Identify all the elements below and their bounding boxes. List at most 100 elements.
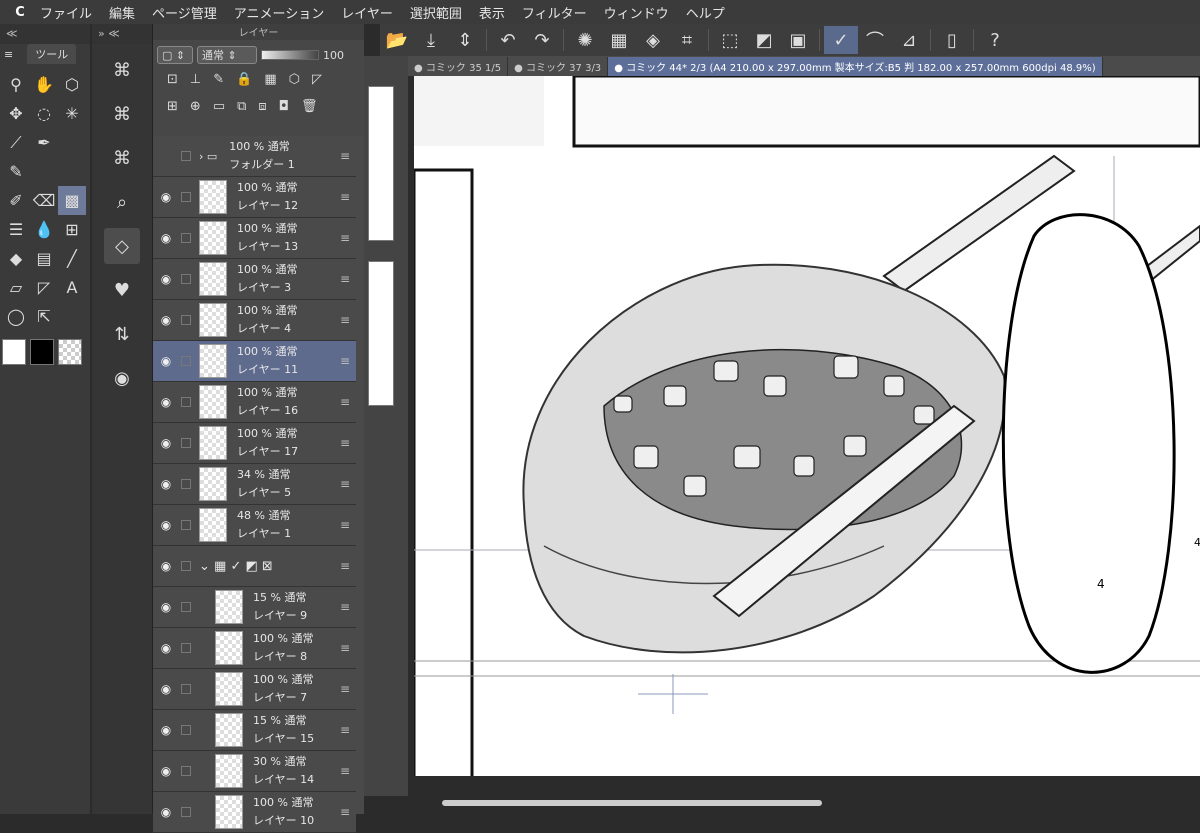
layer-checkbox[interactable] <box>181 233 191 243</box>
eye-icon[interactable]: ◉ <box>153 559 179 573</box>
tool-tab[interactable]: ツール <box>27 44 77 64</box>
eye-icon[interactable]: ◉ <box>153 313 179 327</box>
layer-menu-icon[interactable]: ≡ <box>340 272 350 286</box>
layer-checkbox[interactable] <box>181 479 191 489</box>
deselect-icon[interactable]: ⬚ <box>713 26 747 54</box>
eye-icon[interactable]: ◉ <box>153 723 179 737</box>
balloon-icon[interactable]: ◯ <box>2 302 30 331</box>
menu-selection[interactable]: 選択範囲 <box>410 3 462 22</box>
eraser-icon[interactable]: ⌫ <box>30 186 58 215</box>
eye-icon[interactable]: ◉ <box>153 395 179 409</box>
layer-checkbox[interactable] <box>181 438 191 448</box>
eye-icon[interactable]: ◉ <box>153 272 179 286</box>
eye-icon[interactable]: ◉ <box>153 190 179 204</box>
pen-icon[interactable]: ✒ <box>30 128 58 157</box>
layer-menu-icon[interactable]: ≡ <box>340 764 350 778</box>
menu-animation[interactable]: アニメーション <box>234 3 324 22</box>
layer-color-select[interactable]: ▢ ⇕ <box>157 46 193 64</box>
layer-checkbox[interactable] <box>181 725 191 735</box>
blend-mode-select[interactable]: 通常 ⇕ <box>197 46 257 64</box>
menu-help[interactable]: ヘルプ <box>686 3 725 22</box>
ruler-show-icon[interactable]: ◸ <box>312 72 322 87</box>
copy-layer-icon[interactable]: ⧉ <box>237 99 246 114</box>
eye-icon[interactable]: ◉ <box>153 764 179 778</box>
canvas-tab-active[interactable]: ● コミック 44* 2/3 (A4 210.00 x 297.00mm 製本サ… <box>608 56 1103 76</box>
eye-icon[interactable]: ◉ <box>153 436 179 450</box>
gradient-icon[interactable]: ▤ <box>30 244 58 273</box>
pencil-icon[interactable]: ✎ <box>2 157 30 186</box>
drawing-canvas[interactable]: 4 4 <box>414 76 1200 776</box>
mesh-icon[interactable]: ⊞ <box>58 215 86 244</box>
menu-view[interactable]: 表示 <box>479 3 505 22</box>
layer-checkbox[interactable] <box>181 643 191 653</box>
layer-search-icon[interactable]: ⌕ <box>104 184 140 220</box>
app-logo-icon[interactable]: C <box>0 5 40 20</box>
layer-row[interactable]: ◉ 15 % 通常 レイヤー 15 ≡ <box>153 710 356 751</box>
snap-grid-icon[interactable]: ⊿ <box>892 26 926 54</box>
trash-icon[interactable]: 🗑 <box>301 99 318 114</box>
material-icon[interactable]: ⌘ <box>104 96 140 132</box>
help-icon[interactable]: ? <box>978 26 1012 54</box>
menu-icon[interactable]: ≡ <box>4 48 13 61</box>
layer-row[interactable]: ◉ 100 % 通常 レイヤー 13 ≡ <box>153 218 356 259</box>
canvas-tab[interactable]: ● コミック 35 1/5 <box>408 56 509 76</box>
eye-icon[interactable]: ◉ <box>153 477 179 491</box>
fill-icon[interactable]: ◈ <box>636 26 670 54</box>
layer-menu-icon[interactable]: ≡ <box>340 190 350 204</box>
new-vector-icon[interactable]: ⊕ <box>190 99 201 114</box>
new-raster-icon[interactable]: ⊞ <box>167 99 178 114</box>
loading-icon[interactable]: ✺ <box>568 26 602 54</box>
draft-icon[interactable]: ✎ <box>213 72 224 87</box>
page-thumbnail[interactable] <box>368 261 394 406</box>
menu-filter[interactable]: フィルター <box>522 3 587 22</box>
layer-row[interactable]: ◉ 100 % 通常 レイヤー 16 ≡ <box>153 382 356 423</box>
layer-menu-icon[interactable]: ≡ <box>340 436 350 450</box>
frame-icon[interactable]: ▱ <box>2 273 30 302</box>
material-icon[interactable]: ⌘ <box>104 140 140 176</box>
layer-menu-icon[interactable]: ≡ <box>340 641 350 655</box>
layer-menu-icon[interactable]: ≡ <box>340 559 350 573</box>
favorite-icon[interactable]: ♥ <box>104 272 140 308</box>
hand-icon[interactable]: ✋ <box>30 70 58 99</box>
layers-icon[interactable]: ◇ <box>104 228 140 264</box>
main-color-swatch[interactable] <box>2 339 26 365</box>
layer-row[interactable]: ◉ 100 % 通常 レイヤー 17 ≡ <box>153 423 356 464</box>
folder-icon[interactable]: › ▭ <box>199 150 217 163</box>
ruler-icon[interactable]: ◸ <box>30 273 58 302</box>
undo-icon[interactable]: ↶ <box>491 26 525 54</box>
layer-checkbox[interactable] <box>181 315 191 325</box>
snap-special-ruler-icon[interactable]: ⌒ <box>858 26 892 54</box>
transparent-swatch[interactable] <box>58 339 82 365</box>
layer-menu-icon[interactable]: ≡ <box>340 682 350 696</box>
opacity-slider[interactable] <box>261 50 319 60</box>
page-thumbnail[interactable] <box>368 86 394 241</box>
snap-ruler-icon[interactable]: ✓ <box>824 26 858 54</box>
canvas-scrollbar[interactable] <box>442 800 822 806</box>
eye-icon[interactable]: ◉ <box>153 518 179 532</box>
layer-checkbox[interactable] <box>181 192 191 202</box>
mask-create-icon[interactable]: ◘ <box>279 99 289 114</box>
layer-checkbox[interactable] <box>181 766 191 776</box>
opacity-value[interactable]: 100 <box>323 49 344 62</box>
layer-menu-icon[interactable]: ≡ <box>340 231 350 245</box>
eye-icon[interactable]: ◉ <box>153 641 179 655</box>
layer-row[interactable]: ◉ 30 % 通常 レイヤー 14 ≡ <box>153 751 356 792</box>
eye-icon[interactable]: ◉ <box>153 682 179 696</box>
layer-row[interactable]: ◉ 34 % 通常 レイヤー 5 ≡ <box>153 464 356 505</box>
decoration-icon[interactable]: ☰ <box>2 215 30 244</box>
layer-menu-icon[interactable]: ≡ <box>340 395 350 409</box>
magic-wand-icon[interactable]: ✳ <box>58 99 86 128</box>
layer-menu-icon[interactable]: ≡ <box>340 600 350 614</box>
tool-panel-collapse[interactable]: ≪ <box>0 24 90 44</box>
layer-checkbox[interactable] <box>181 561 191 571</box>
layer-row[interactable]: ◉ 100 % 通常 レイヤー 7 ≡ <box>153 669 356 710</box>
device-icon[interactable]: ▯ <box>935 26 969 54</box>
layer-folder[interactable]: › ▭ 100 % 通常 フォルダー 1 ≡ <box>153 136 356 177</box>
layer-row[interactable]: ◉ 100 % 通常 レイヤー 3 ≡ <box>153 259 356 300</box>
eyedropper-icon[interactable]: ⟋ <box>2 128 30 157</box>
eye-icon[interactable]: ◉ <box>153 600 179 614</box>
eye-icon[interactable]: ◉ <box>153 805 179 819</box>
menu-page[interactable]: ページ管理 <box>152 3 217 22</box>
layer-menu-icon[interactable]: ≡ <box>340 518 350 532</box>
show-selection-icon[interactable]: ▣ <box>781 26 815 54</box>
